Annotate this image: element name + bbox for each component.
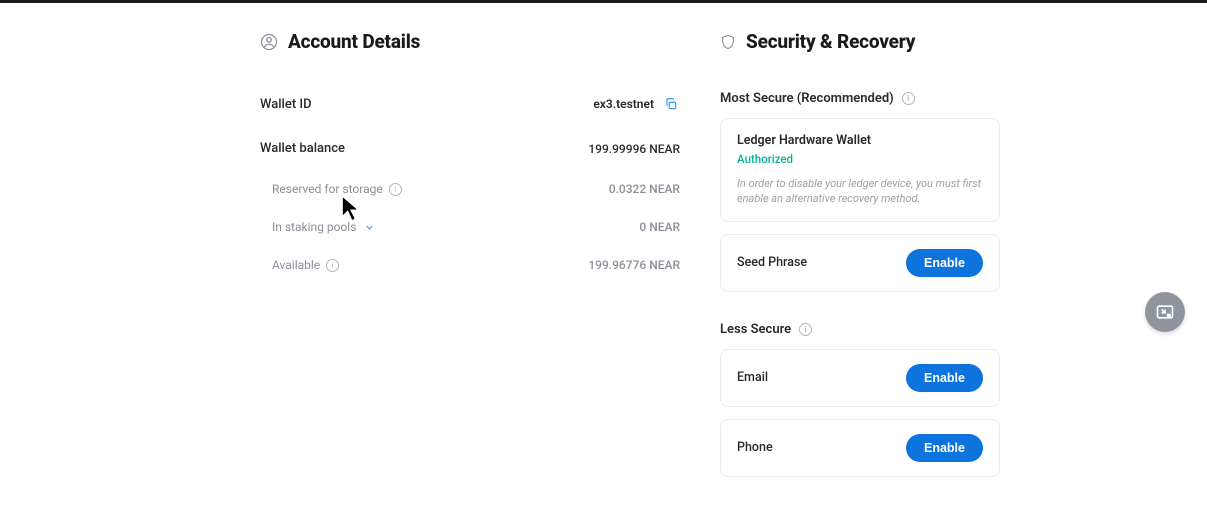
staking-pools-label: In staking pools — [272, 220, 375, 234]
phone-card: Phone Enable — [720, 419, 1000, 477]
seed-phrase-label: Seed Phrase — [737, 255, 807, 270]
wallet-id-value-group: ex3.testnet — [593, 95, 680, 113]
security-title: Security & Recovery — [746, 30, 915, 53]
email-label: Email — [737, 370, 768, 385]
enable-seed-phrase-button[interactable]: Enable — [906, 249, 983, 277]
security-section-header: Security & Recovery — [720, 30, 1000, 53]
account-title: Account Details — [288, 30, 420, 53]
ledger-status: Authorized — [737, 152, 983, 166]
reserved-storage-value: 0.0322 NEAR — [609, 182, 680, 196]
shield-icon — [720, 33, 736, 51]
staking-pools-row[interactable]: In staking pools 0 NEAR — [260, 208, 680, 246]
wallet-id-text: ex3.testnet — [593, 97, 654, 111]
seed-phrase-card: Seed Phrase Enable — [720, 234, 1000, 292]
available-label: Available i — [272, 258, 339, 272]
email-card: Email Enable — [720, 349, 1000, 407]
info-icon[interactable]: i — [389, 183, 402, 196]
phone-label: Phone — [737, 440, 773, 455]
info-icon[interactable]: i — [326, 259, 339, 272]
reserved-storage-label: Reserved for storage i — [272, 182, 402, 196]
security-recovery-section: Security & Recovery Most Secure (Recomme… — [720, 30, 1000, 489]
enable-email-button[interactable]: Enable — [906, 364, 983, 392]
wallet-balance-row: Wallet balance 199.99996 NEAR — [260, 127, 680, 170]
less-secure-heading: Less Secure i — [720, 322, 1000, 337]
user-circle-icon — [260, 33, 278, 51]
floating-action-button[interactable] — [1145, 292, 1185, 332]
pip-icon — [1155, 302, 1175, 322]
info-icon[interactable]: i — [799, 323, 812, 336]
info-icon[interactable]: i — [902, 92, 915, 105]
copy-wallet-id-button[interactable] — [662, 95, 680, 113]
enable-phone-button[interactable]: Enable — [906, 434, 983, 462]
ledger-card: Ledger Hardware Wallet Authorized In ord… — [720, 118, 1000, 222]
chevron-down-icon — [364, 222, 375, 233]
wallet-balance-label: Wallet balance — [260, 141, 345, 156]
available-value: 199.96776 NEAR — [588, 258, 680, 272]
most-secure-heading: Most Secure (Recommended) i — [720, 91, 1000, 106]
copy-icon — [664, 97, 678, 111]
wallet-id-row: Wallet ID ex3.testnet — [260, 81, 680, 127]
main-content: Account Details Wallet ID ex3.testnet Wa… — [0, 0, 1207, 489]
window-top-border — [0, 0, 1207, 3]
reserved-storage-row: Reserved for storage i 0.0322 NEAR — [260, 170, 680, 208]
staking-pools-value: 0 NEAR — [639, 220, 680, 234]
account-details-section: Account Details Wallet ID ex3.testnet Wa… — [260, 30, 680, 489]
available-row: Available i 199.96776 NEAR — [260, 246, 680, 284]
ledger-title: Ledger Hardware Wallet — [737, 133, 983, 148]
ledger-note: In order to disable your ledger device, … — [737, 176, 983, 207]
wallet-id-label: Wallet ID — [260, 97, 312, 112]
wallet-balance-value: 199.99996 NEAR — [588, 142, 680, 156]
account-section-header: Account Details — [260, 30, 680, 53]
